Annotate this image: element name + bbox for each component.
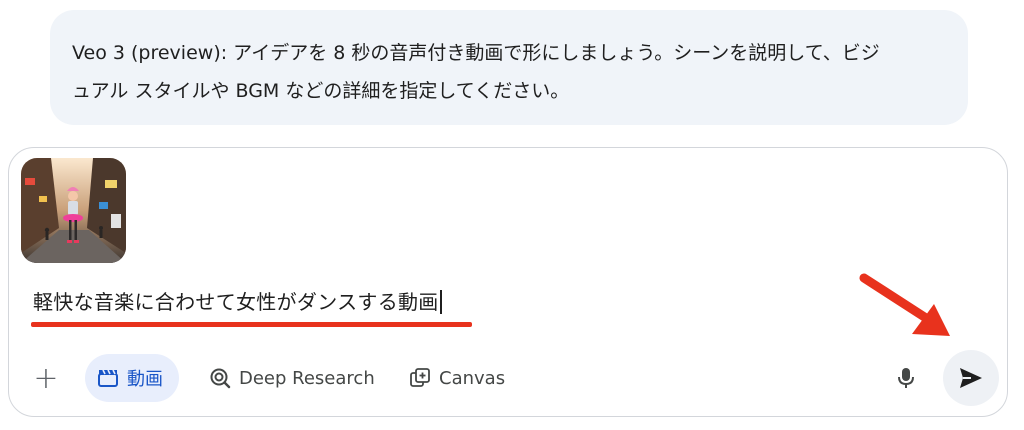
highlight-underline	[31, 322, 472, 327]
deep-research-icon	[209, 367, 231, 389]
prompt-input-text: 軽快な音楽に合わせて女性がダンスする動画	[33, 290, 439, 314]
deep-research-button[interactable]: Deep Research	[201, 354, 383, 402]
veo-info-message: Veo 3 (preview): アイデアを 8 秒の音声付き動画で形にしましょ…	[50, 10, 968, 125]
send-button[interactable]	[943, 350, 999, 406]
plus-icon: +	[33, 360, 59, 396]
street-dancer-image	[21, 158, 126, 263]
text-caret	[439, 290, 442, 314]
prompt-input[interactable]: 軽快な音楽に合わせて女性がダンスする動画	[33, 286, 442, 315]
deep-research-label: Deep Research	[239, 367, 375, 389]
info-text-line-2: ュアル スタイルや BGM などの詳細を指定してください。	[72, 80, 570, 102]
add-button[interactable]: +	[33, 354, 59, 402]
composer-toolbar: + 動画 Deep Research Canvas	[9, 348, 1007, 408]
canvas-label: Canvas	[439, 367, 506, 389]
info-text-line-1: Veo 3 (preview): アイデアを 8 秒の音声付き動画で形にしましょ…	[72, 42, 880, 64]
video-tool-label: 動画	[127, 369, 163, 390]
attached-image-thumbnail[interactable]	[21, 158, 126, 263]
send-icon	[958, 366, 984, 390]
mic-icon	[897, 366, 915, 390]
canvas-icon	[409, 367, 431, 389]
canvas-button[interactable]: Canvas	[401, 354, 513, 402]
clapperboard-icon	[97, 368, 119, 388]
video-tool-button[interactable]: 動画	[85, 354, 179, 402]
annotation-arrow	[850, 270, 960, 350]
microphone-button[interactable]	[894, 354, 918, 402]
